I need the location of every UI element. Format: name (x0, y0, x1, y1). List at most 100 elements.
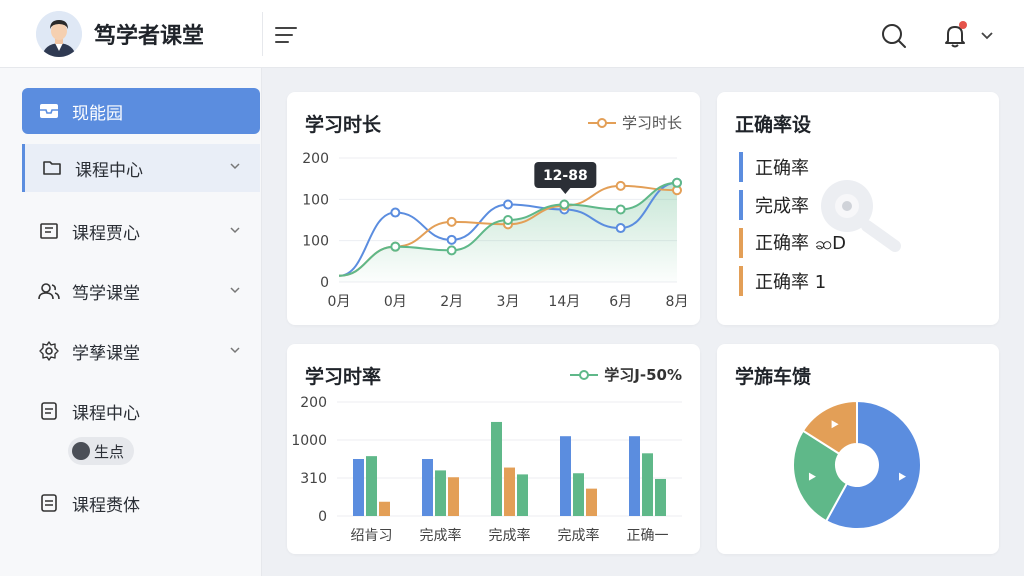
sidebar-item-label: 学孳课堂 (72, 343, 140, 364)
status-bar (739, 228, 743, 258)
sidebar-item-dashboard[interactable]: 现能园 (22, 88, 260, 134)
chevron-down-icon (230, 287, 240, 294)
status-item: 完成率 (739, 186, 846, 224)
data-point[interactable] (446, 234, 457, 245)
file-icon (38, 492, 60, 514)
status-item: 正确率 ဆD (739, 224, 846, 262)
sidebar-item-course-center[interactable]: 课程中心 (22, 144, 260, 192)
menu-icon[interactable] (274, 24, 298, 46)
bar[interactable] (353, 459, 364, 516)
x-tick-label: 0月 (384, 294, 407, 310)
data-point[interactable] (390, 207, 401, 218)
x-tick-label: 正确一 (627, 528, 669, 544)
x-tick-label: 完成率 (558, 527, 600, 544)
bar[interactable] (560, 436, 571, 516)
bar[interactable] (435, 470, 446, 516)
user-avatar[interactable] (36, 11, 82, 57)
tooltip-arrow (560, 188, 571, 194)
sidebar-sub-badge[interactable]: 生点 (68, 437, 135, 465)
status-label: 正确率 ဆD (755, 232, 846, 254)
status-item: 正确率 (739, 148, 846, 186)
bar[interactable] (655, 478, 666, 516)
data-point[interactable] (390, 241, 401, 252)
data-point[interactable] (446, 245, 457, 256)
brand: 笃学者课堂 (0, 0, 262, 68)
bar[interactable] (504, 467, 515, 516)
bar[interactable] (586, 488, 597, 516)
bar[interactable] (422, 459, 433, 516)
pie-card: 学旆车馈 (717, 344, 999, 554)
y-tick-label: 0 (320, 275, 329, 291)
badge-label: 生点 (94, 442, 125, 461)
series-area (339, 182, 677, 282)
chevron-down-icon[interactable] (978, 26, 996, 44)
y-tick-label: 310 (300, 471, 327, 487)
document-icon (38, 400, 60, 422)
sidebar-item-label: 现能园 (72, 103, 123, 124)
bar[interactable] (366, 456, 377, 516)
status-list: 正确率 完成率 正确率 ဆD 正确率 1 (739, 148, 846, 300)
study-rate-card: 学习时率 学习J-50% 0 310 1000 200 绍肯习 完成率 完成率 完成率 正确一 (287, 344, 700, 554)
x-tick-label: 3月 (497, 294, 520, 310)
line-chart: 0 100 100 200 0月 0月 2月 3月 14月 6月 8月 12-88 (302, 151, 689, 310)
status-bar (739, 266, 743, 296)
y-tick-label: 0 (318, 509, 327, 525)
data-point[interactable] (503, 199, 513, 210)
x-tick-label: 绍肯习 (351, 528, 393, 544)
data-point[interactable] (446, 216, 457, 227)
chevron-down-icon (230, 163, 240, 170)
sidebar-item-label: 课程贾心 (72, 223, 140, 244)
sidebar-item-course-body[interactable]: 课程赉体 (22, 480, 260, 526)
data-point[interactable] (615, 204, 626, 215)
pie-chart (792, 399, 922, 530)
bar[interactable] (517, 474, 528, 516)
book-icon (38, 220, 60, 242)
chevron-down-icon (230, 227, 240, 234)
top-header: 笃学者课堂 (0, 0, 1024, 68)
data-point[interactable] (503, 215, 513, 225)
x-tick-label: 0月 (328, 294, 351, 310)
status-bar (739, 152, 743, 182)
sidebar-item-label: 课程中心 (75, 160, 143, 181)
bar[interactable] (379, 501, 390, 516)
x-tick-label: 完成率 (420, 527, 462, 544)
x-tick-label: 8月 (666, 294, 689, 310)
y-tick-label: 100 (302, 192, 329, 208)
notification-dot (959, 21, 967, 29)
app-title: 笃学者课堂 (94, 24, 205, 49)
sidebar-item-classroom[interactable]: 笃学课堂 (22, 268, 260, 314)
gear-icon (38, 340, 60, 362)
x-tick-label: 14月 (548, 294, 580, 310)
y-tick-label: 200 (302, 151, 329, 167)
bar[interactable] (629, 436, 640, 516)
status-label: 完成率 (755, 196, 809, 217)
data-point[interactable] (559, 199, 570, 210)
sidebar-item-study-room[interactable]: 学孳课堂 (22, 328, 260, 374)
header-divider (262, 12, 263, 56)
card-title: 正确率设 (735, 114, 812, 136)
status-label: 正确率 1 (755, 272, 827, 293)
y-tick-label: 1000 (291, 433, 327, 449)
bar[interactable] (448, 477, 459, 516)
x-tick-label: 完成率 (489, 527, 531, 544)
chevron-down-icon (230, 347, 240, 354)
bar[interactable] (491, 421, 502, 516)
tooltip-text: 12-88 (543, 168, 588, 184)
data-point[interactable] (672, 177, 682, 188)
sidebar-item-course-center-2[interactable]: 课程中心 (22, 388, 260, 434)
sidebar: 现能园 课程中心 课程贾心 笃学课堂 学孳课堂 课程中心 生点 课程赉体 (0, 68, 262, 576)
sidebar-item-label: 课程赉体 (72, 495, 140, 516)
x-tick-label: 2月 (440, 294, 463, 310)
bell-icon[interactable] (940, 20, 970, 50)
x-tick-label: 6月 (609, 294, 632, 310)
bar[interactable] (573, 473, 584, 516)
users-icon (38, 280, 60, 302)
sidebar-item-courses[interactable]: 课程贾心 (22, 208, 260, 254)
status-item: 正确率 1 (739, 262, 846, 300)
avatar-dot-icon (72, 442, 90, 460)
data-point[interactable] (615, 180, 626, 191)
bar[interactable] (642, 453, 653, 516)
data-point[interactable] (615, 223, 626, 234)
bar-chart: 0 310 1000 200 绍肯习 完成率 完成率 完成率 正确一 (291, 395, 682, 544)
search-icon[interactable] (880, 22, 908, 50)
